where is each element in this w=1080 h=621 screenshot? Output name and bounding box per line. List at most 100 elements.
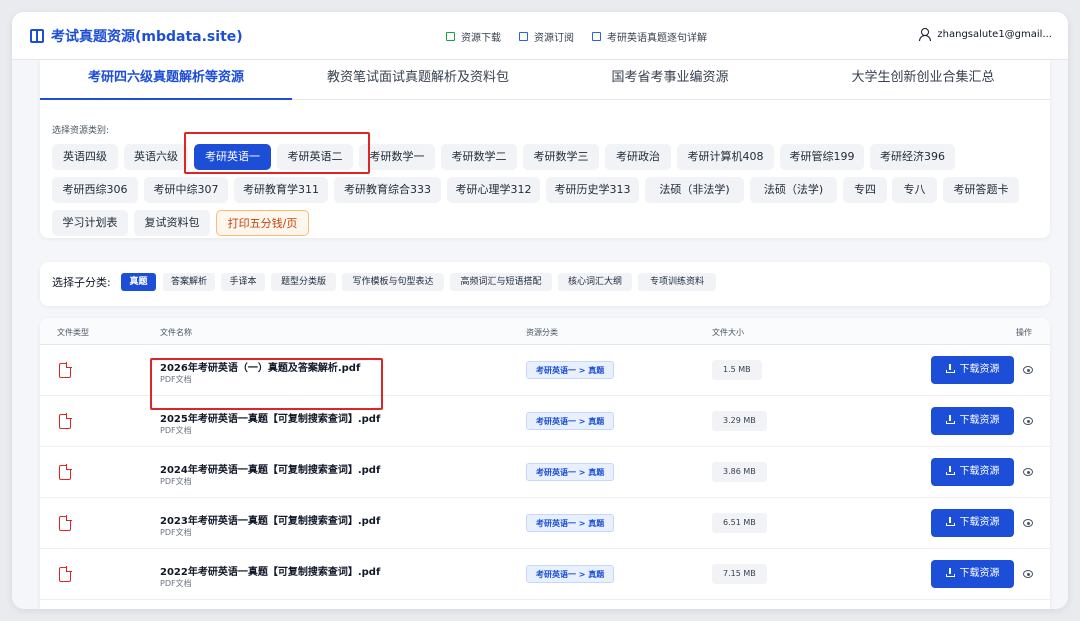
download-label: 下载资源: [959, 568, 1000, 579]
category-chip[interactable]: 考研心理学312: [447, 177, 540, 203]
top-header: 考试真题资源(mbdata.site) 资源下载 资源订阅 考研英语真题逐句详解…: [12, 12, 1068, 60]
download-label: 下载资源: [959, 466, 1000, 477]
download-icon: [945, 568, 955, 577]
category-chip[interactable]: 考研历史学313: [546, 177, 639, 203]
download-button[interactable]: 下载资源: [931, 407, 1014, 435]
file-size: 1.5 MB: [712, 360, 762, 380]
subcategory-chip[interactable]: 核心词汇大纲: [558, 273, 632, 291]
file-type: PDF文档: [160, 579, 192, 588]
category-chip[interactable]: 考研答题卡: [943, 177, 1019, 203]
category-chip[interactable]: 考研数学二: [441, 144, 517, 170]
download-label: 下载资源: [959, 364, 1000, 375]
category-chip[interactable]: 考研数学三: [523, 144, 599, 170]
table-header: 文件类型 文件名称 资源分类 文件大小 操作: [40, 318, 1050, 345]
subcategory-chip[interactable]: 题型分类版: [271, 273, 336, 291]
file-name[interactable]: 2022年考研英语一真题【可复制搜索查词】.pdf: [160, 563, 380, 578]
download-button[interactable]: 下载资源: [931, 458, 1014, 486]
category-chip[interactable]: 考研中综307: [144, 177, 228, 203]
top-nav: 资源下载 资源订阅 考研英语真题逐句详解: [446, 29, 707, 44]
column-header-name: 文件名称: [160, 328, 192, 337]
category-chip[interactable]: 专八: [892, 177, 937, 203]
nav-item-subscribe[interactable]: 资源订阅: [519, 29, 574, 44]
download-label: 下载资源: [959, 415, 1000, 426]
column-header-type: 文件类型: [57, 328, 89, 337]
preview-eye-icon[interactable]: [1023, 366, 1033, 374]
category-badge: 考研英语一 > 真题: [526, 361, 615, 379]
category-chip[interactable]: 考研教育综合333: [334, 177, 441, 203]
download-icon: [945, 466, 955, 475]
column-header-actions: 操作: [1016, 328, 1032, 337]
subcategory-chip[interactable]: 高频词汇与短语搭配: [450, 273, 552, 291]
file-name[interactable]: 2024年考研英语一真题【可复制搜索查词】.pdf: [160, 461, 380, 476]
preview-eye-icon[interactable]: [1023, 519, 1033, 527]
file-table: 文件类型 文件名称 资源分类 文件大小 操作 2026年考研英语（一）真题及答案…: [40, 318, 1050, 609]
download-button[interactable]: 下载资源: [931, 560, 1014, 588]
tab-teacher-cert[interactable]: 教资笔试面试真题解析及资料包: [292, 60, 544, 100]
category-chip[interactable]: 考研经济396: [870, 144, 955, 170]
tab-kaoyan-cet[interactable]: 考研四六级真题解析等资源: [40, 60, 292, 100]
subcategory-panel: 选择子分类: 真题 答案解析 手译本 题型分类版 写作模板与句型表达 高频词汇与…: [40, 262, 1050, 306]
table-row: 2022年考研英语一真题【可复制搜索查词】.pdf PDF文档 考研英语一 > …: [40, 549, 1050, 600]
download-icon: [945, 415, 955, 424]
subcategory-chip[interactable]: 答案解析: [163, 273, 215, 291]
file-size: 7.15 MB: [712, 564, 767, 584]
brand[interactable]: 考试真题资源(mbdata.site): [30, 26, 243, 46]
file-size: 3.86 MB: [712, 462, 767, 482]
file-type: PDF文档: [160, 528, 192, 537]
nav-item-download[interactable]: 资源下载: [446, 29, 501, 44]
category-chip[interactable]: 英语六级: [124, 144, 188, 170]
tab-innovation[interactable]: 大学生创新创业合集汇总: [796, 60, 1050, 100]
category-chip[interactable]: 考研西综306: [52, 177, 138, 203]
category-chip[interactable]: 考研计算机408: [677, 144, 774, 170]
tab-civil-service[interactable]: 国考省考事业编资源: [544, 60, 796, 100]
category-badge: 考研英语一 > 真题: [526, 463, 615, 481]
preview-eye-icon[interactable]: [1023, 468, 1033, 476]
category-chip[interactable]: 考研政治: [605, 144, 671, 170]
category-chip[interactable]: 英语四级: [52, 144, 118, 170]
pdf-file-icon: [59, 362, 72, 378]
nav-item-label: 资源订阅: [534, 33, 574, 44]
subcategory-chip[interactable]: 专项训练资料: [638, 273, 716, 291]
nav-item-label: 考研英语真题逐句详解: [607, 33, 707, 44]
preview-eye-icon[interactable]: [1023, 417, 1033, 425]
file-name[interactable]: 2025年考研英语一真题【可复制搜索查词】.pdf: [160, 410, 380, 425]
download-button[interactable]: 下载资源: [931, 509, 1014, 537]
category-badge: 考研英语一 > 真题: [526, 514, 615, 532]
column-header-category: 资源分类: [526, 328, 558, 337]
file-size: 3.29 MB: [712, 411, 767, 431]
highlight-box: [150, 358, 383, 410]
table-row: 2024年考研英语一真题【可复制搜索查词】.pdf PDF文档 考研英语一 > …: [40, 447, 1050, 498]
file-type: PDF文档: [160, 426, 192, 435]
user-menu[interactable]: zhangsalute1@gmail...: [918, 28, 1052, 41]
download-icon: [945, 364, 955, 373]
subcategory-chip-selected[interactable]: 真题: [121, 273, 156, 291]
category-chip[interactable]: 学习计划表: [52, 210, 128, 236]
nav-item-english-detail[interactable]: 考研英语真题逐句详解: [592, 29, 707, 44]
site-title: 考试真题资源(mbdata.site): [51, 29, 243, 45]
pdf-file-icon: [59, 464, 72, 480]
print-service-chip[interactable]: 打印五分钱/页: [216, 210, 309, 236]
category-chip[interactable]: 复试资料包: [134, 210, 210, 236]
pdf-file-icon: [59, 413, 72, 429]
subcategory-chip[interactable]: 手译本: [221, 273, 265, 291]
user-icon: [918, 28, 932, 41]
subcategory-chip[interactable]: 写作模板与句型表达: [342, 273, 444, 291]
category-chip[interactable]: 法硕（法学): [750, 177, 837, 203]
category-chip[interactable]: 考研管综199: [780, 144, 864, 170]
download-icon: [945, 517, 955, 526]
preview-eye-icon[interactable]: [1023, 570, 1033, 578]
app-window: 考试真题资源(mbdata.site) 资源下载 资源订阅 考研英语真题逐句详解…: [12, 12, 1068, 609]
category-chip[interactable]: 考研数学一: [359, 144, 435, 170]
category-chip[interactable]: 法硕（非法学): [645, 177, 744, 203]
file-type: PDF文档: [160, 477, 192, 486]
category-badge: 考研英语一 > 真题: [526, 412, 615, 430]
column-header-size: 文件大小: [712, 328, 744, 337]
file-size: 6.51 MB: [712, 513, 767, 533]
table-row: 2023年考研英语一真题【可复制搜索查词】.pdf PDF文档 考研英语一 > …: [40, 498, 1050, 549]
category-chip[interactable]: 专四: [843, 177, 887, 203]
file-name[interactable]: 2023年考研英语一真题【可复制搜索查词】.pdf: [160, 512, 380, 527]
book-icon: [519, 32, 528, 41]
book-icon: [592, 32, 601, 41]
category-chip[interactable]: 考研教育学311: [234, 177, 328, 203]
download-button[interactable]: 下载资源: [931, 356, 1014, 384]
